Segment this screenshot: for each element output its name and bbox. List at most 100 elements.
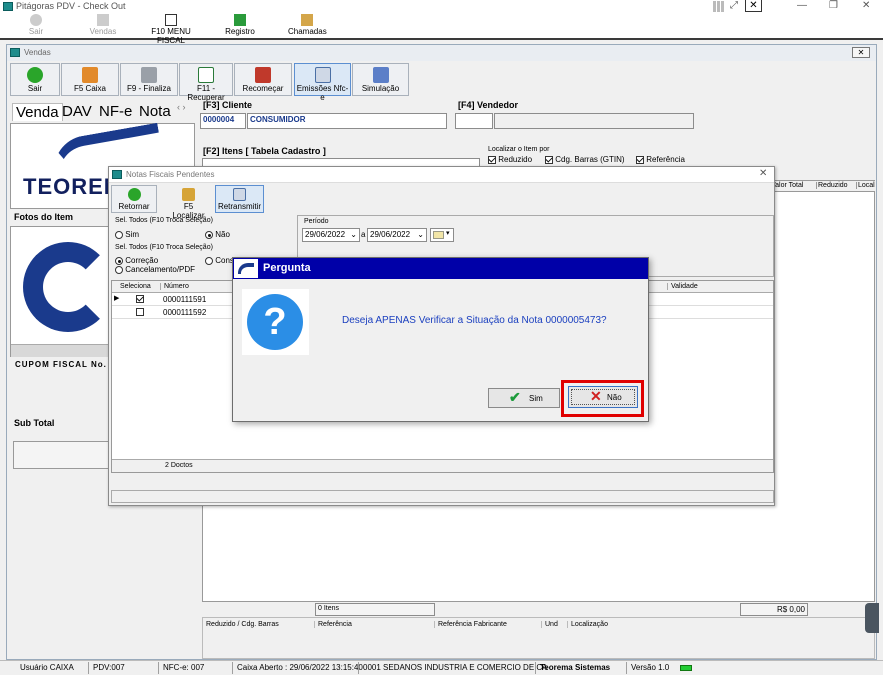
items-grid-header: Valor Total Reduzido Local — [771, 181, 875, 192]
vendas-titlebar: Vendas ✕ — [7, 45, 876, 61]
radio-sim[interactable]: Sim — [115, 230, 139, 239]
chevron-down-icon[interactable]: ⌄ — [350, 230, 357, 239]
retransmit-icon — [233, 188, 246, 201]
emissoes-nfce-button[interactable]: Emissões Nfc-e — [294, 63, 351, 102]
itens-count: 0 Itens — [315, 603, 435, 616]
radio-cons[interactable]: Cons — [205, 256, 234, 265]
vendedor-name-field[interactable] — [494, 113, 694, 129]
f5-caixa-button[interactable]: F5 Caixa — [61, 63, 119, 96]
exit-icon — [30, 14, 42, 26]
reduzido-checkbox[interactable] — [488, 155, 496, 164]
tab-nfe[interactable]: NF-e — [99, 103, 132, 120]
item-photo-logo — [23, 242, 113, 332]
localizar-referencia[interactable]: Referência — [636, 155, 685, 164]
sim-radio[interactable] — [115, 230, 123, 239]
fiscal-menu-icon — [165, 14, 177, 26]
chamadas-label: Chamadas — [288, 27, 327, 36]
minimize-icon[interactable]: — — [797, 0, 807, 11]
simulacao-button[interactable]: Simulação — [352, 63, 409, 96]
notas-status-bar — [111, 490, 774, 503]
recomecar-button[interactable]: Recomeçar — [234, 63, 292, 96]
detail-ref-fabricante: Referência Fabricante — [434, 621, 507, 628]
calendar-icon — [433, 231, 444, 239]
cons-radio[interactable] — [205, 256, 213, 265]
col-numero: Número — [160, 283, 189, 290]
nao-radio[interactable] — [205, 230, 213, 239]
no-button-focus — [571, 389, 635, 405]
side-panel-toggle-icon[interactable] — [865, 603, 879, 633]
col-validade: Validade — [667, 283, 698, 290]
reduzido-label: Reduzido — [498, 155, 533, 164]
grid-icon[interactable] — [713, 1, 725, 12]
col-reduzido: Reduzido — [816, 182, 848, 189]
radio-nao[interactable]: Não — [205, 230, 230, 239]
date-from-field[interactable]: 29/06/2022 ⌄ — [302, 228, 360, 242]
cliente-code-field[interactable]: 0000004 — [200, 113, 246, 129]
date-to-value: 29/06/2022 — [370, 230, 411, 239]
tab-dav[interactable]: DAV — [62, 103, 92, 120]
barras-checkbox[interactable] — [545, 155, 553, 164]
restore-icon[interactable]: ❐ — [829, 0, 838, 11]
restart-icon — [255, 67, 271, 83]
date-to-field[interactable]: 29/06/2022 ⌄ — [367, 228, 427, 242]
yes-label: Sim — [529, 394, 543, 403]
close-window-icon[interactable]: ✕ — [862, 0, 870, 11]
date-sep: a — [361, 230, 366, 239]
cupom-label: CUPOM FISCAL No. — [15, 360, 107, 369]
registro-button[interactable]: Registro — [224, 14, 256, 36]
retornar-label: Retornar — [118, 202, 150, 211]
yes-button[interactable]: ✔ Sim — [488, 388, 560, 408]
sel-todos-2: Sel. Todos (F10 Troca Seleção) — [115, 244, 213, 251]
close-icon[interactable]: ✕ — [745, 0, 762, 12]
correcao-label: Correção — [125, 256, 159, 265]
register-icon — [234, 14, 246, 26]
referencia-checkbox[interactable] — [636, 155, 644, 164]
vendas-close-icon[interactable]: ✕ — [852, 47, 870, 58]
localizar-reduzido[interactable]: Reduzido — [488, 155, 532, 164]
correcao-radio[interactable] — [115, 256, 123, 265]
row-select-checkbox[interactable] — [136, 308, 144, 316]
row-select-checkbox[interactable] — [136, 295, 144, 303]
cancelamento-radio[interactable] — [115, 265, 123, 274]
sales-icon — [97, 14, 109, 26]
cliente-label: [F3] Cliente — [203, 100, 253, 110]
f11-recuperar-button[interactable]: F11 - Recuperar — [179, 63, 233, 102]
periodo-label: Período — [304, 218, 329, 225]
radio-cancelamento[interactable]: Cancelamento/PDF — [115, 265, 195, 274]
sale-tabs: Venda DAV NF-e Nota ‹ › — [10, 102, 195, 122]
retornar-button[interactable]: Retornar — [111, 185, 157, 213]
tab-nota[interactable]: Nota — [139, 103, 171, 120]
calls-icon — [301, 14, 313, 26]
chamadas-button[interactable]: Chamadas — [288, 14, 327, 36]
vendedor-code-field[interactable] — [455, 113, 493, 129]
localizar-barras[interactable]: Cdg. Barras (GTIN) — [545, 155, 625, 164]
vendas-button[interactable]: Vendas — [88, 14, 118, 36]
vendas-sair-button[interactable]: Sair — [10, 63, 60, 96]
menu-fiscal-button[interactable]: F10 MENU FISCAL — [138, 14, 204, 45]
f5-localizar-button[interactable]: F5 Localizar — [166, 185, 211, 220]
cancelamento-label: Cancelamento/PDF — [125, 265, 196, 274]
confirm-dialog: Pergunta ? Deseja APENAS Verificar a Sit… — [232, 257, 649, 422]
simulation-icon — [372, 67, 389, 83]
col-seleciona: Seleciona — [120, 283, 151, 290]
tab-venda[interactable]: Venda — [12, 103, 63, 121]
cliente-name-field[interactable]: CONSUMIDOR — [247, 113, 447, 129]
recomecar-label: Recomeçar — [242, 84, 284, 93]
chevron-down-icon[interactable]: ⌄ — [417, 230, 424, 239]
no-button[interactable]: ✕ Não — [568, 386, 638, 408]
no-label: Não — [607, 393, 622, 402]
radio-correcao[interactable]: Correção — [115, 256, 158, 265]
calendar-button[interactable]: ▾ — [430, 228, 454, 242]
tab-scroll-icon[interactable]: ‹ › — [177, 102, 186, 112]
f9-finaliza-button[interactable]: F9 - Finaliza — [120, 63, 178, 96]
detail-localizacao: Localização — [567, 621, 608, 628]
row-numero: 0000111591 — [163, 295, 207, 304]
expand-icon[interactable]: ⤢ — [730, 0, 738, 11]
retransmitir-button[interactable]: Retransmitir — [215, 185, 264, 213]
main-toolbar: Sair Vendas F10 MENU FISCAL Registro Cha… — [0, 13, 883, 45]
row-pointer-icon: ▶ — [114, 295, 120, 302]
back-icon — [127, 188, 141, 201]
notas-close-icon[interactable]: ✕ — [759, 168, 767, 179]
sair-button[interactable]: Sair — [24, 14, 48, 36]
sim-label: Sim — [125, 230, 140, 239]
